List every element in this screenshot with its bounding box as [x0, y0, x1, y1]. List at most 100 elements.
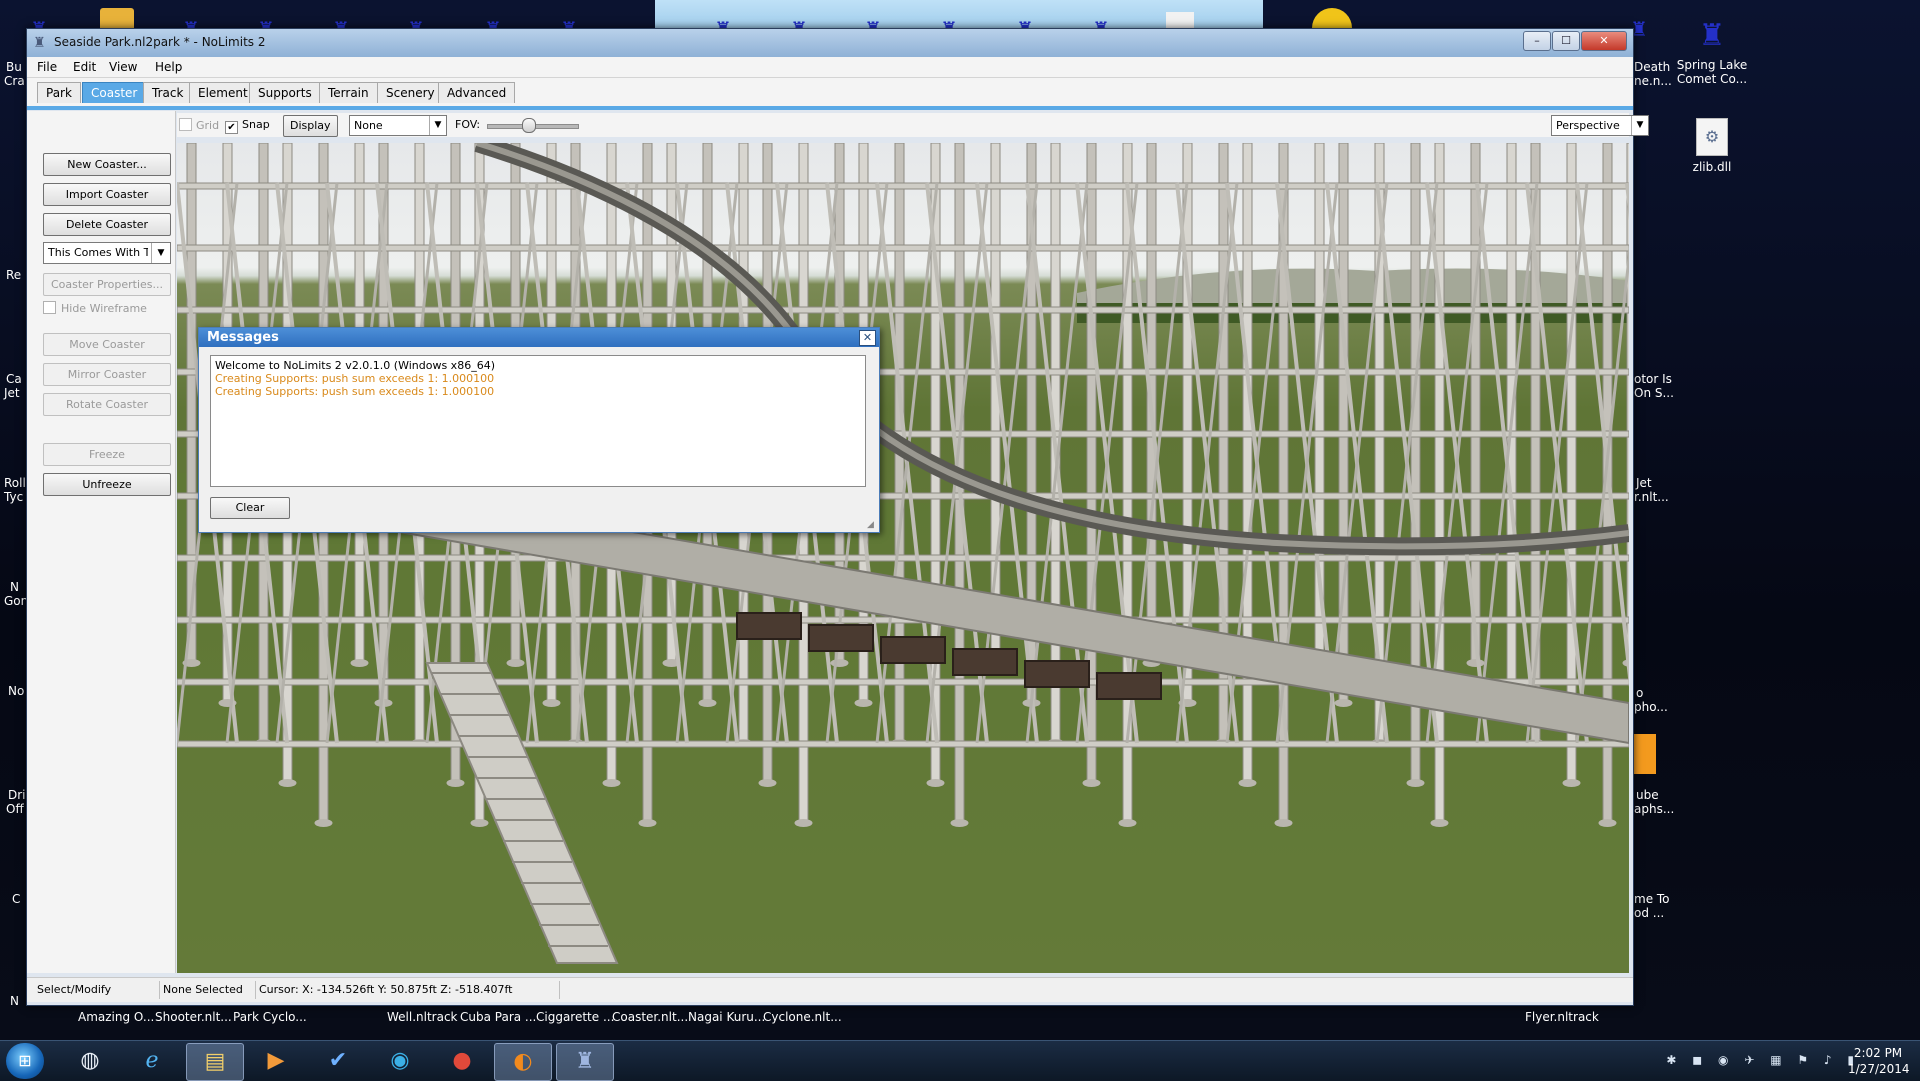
tab-element[interactable]: Element — [189, 82, 257, 103]
wooden-beam — [177, 306, 1629, 314]
rotate-coaster-button[interactable]: Rotate Coaster — [43, 393, 171, 416]
window-titlebar[interactable]: ♜ Seaside Park.nl2park * - NoLimits 2 – … — [27, 29, 1633, 57]
grid-label: Grid — [196, 119, 220, 132]
checkbox-box[interactable] — [179, 118, 192, 131]
desktop-icon-label[interactable]: Ciggarette ... — [536, 1010, 614, 1024]
firefox-icon[interactable]: ◐ — [494, 1043, 552, 1081]
chevron-down-icon[interactable]: ▼ — [151, 243, 170, 263]
desktop-icon-label[interactable]: Shooter.nlt... — [155, 1010, 232, 1024]
chevron-down-icon[interactable]: ▼ — [1631, 116, 1648, 135]
fov-slider-thumb[interactable] — [522, 118, 537, 133]
desktop-icon-label[interactable]: Amazing O... — [78, 1010, 154, 1024]
maximize-button[interactable]: ☐ — [1552, 31, 1580, 51]
3d-viewport[interactable] — [177, 143, 1629, 973]
desktop-icon-label[interactable]: Nagai Kuru... — [688, 1010, 765, 1024]
coaster-train-car — [1096, 672, 1162, 700]
hide-wireframe-label: Hide Wireframe — [61, 302, 147, 315]
messages-log[interactable]: Welcome to NoLimits 2 v2.0.1.0 (Windows … — [210, 355, 866, 487]
wooden-beam — [177, 244, 1629, 252]
checkbox-box[interactable] — [43, 301, 56, 314]
desktop-icon-spring-lake[interactable]: ♜ Spring Lake Comet Co... — [1666, 18, 1758, 86]
display-mode-select[interactable]: None ▼ — [349, 115, 447, 136]
fov-label: FOV: — [455, 118, 481, 131]
globe-app-icon[interactable]: ◉ — [372, 1043, 428, 1079]
desktop-icon-label[interactable]: Cuba Para ... — [460, 1010, 536, 1024]
menu-edit[interactable]: Edit — [73, 60, 96, 74]
coaster-properties-button[interactable]: Coaster Properties... — [43, 273, 171, 296]
system-tray[interactable]: ✱ ◼ ◉ ✈ ▦ ⚑ ♪ ▮ — [1666, 1053, 1860, 1067]
desktop-icon-label[interactable]: Flyer.nltrack — [1525, 1010, 1599, 1024]
status-mode: Select/Modify — [33, 981, 160, 999]
grid-checkbox[interactable]: Grid — [179, 118, 219, 132]
checkmark-icon[interactable]: ✔ — [225, 121, 238, 134]
desktop-partial-label: On S... — [1634, 386, 1674, 400]
desktop-icon-label[interactable]: Park Cyclo... — [233, 1010, 307, 1024]
tab-terrain[interactable]: Terrain — [319, 82, 378, 103]
media-player-icon[interactable]: ▶ — [248, 1043, 304, 1079]
new-coaster-button[interactable]: New Coaster... — [43, 153, 171, 176]
start-button[interactable]: ⊞ — [6, 1043, 44, 1079]
wooden-support-post — [1626, 143, 1629, 664]
close-window-button[interactable]: ✕ — [1581, 31, 1627, 51]
chevron-down-icon[interactable]: ▼ — [429, 116, 446, 135]
clear-messages-button[interactable]: Clear — [210, 497, 290, 519]
desktop-icon-label[interactable]: Cyclone.nlt... — [763, 1010, 842, 1024]
tab-coaster[interactable]: Coaster — [82, 82, 147, 103]
unfreeze-button[interactable]: Unfreeze — [43, 473, 171, 496]
desktop-partial-label: aphs... — [1634, 802, 1675, 816]
desktop-partial-label: Death — [1634, 60, 1671, 74]
display-button[interactable]: Display — [283, 115, 338, 137]
snap-checkbox[interactable]: ✔ Snap — [225, 118, 270, 134]
tab-advanced[interactable]: Advanced — [438, 82, 516, 103]
desktop-partial-label: N — [10, 994, 19, 1008]
coaster-select[interactable]: This Comes With T ▼ — [43, 242, 171, 264]
menu-help[interactable]: Help — [155, 60, 182, 74]
tab-supports[interactable]: Supports — [249, 82, 321, 103]
menu-file[interactable]: File — [37, 60, 57, 74]
desktop-icon-label[interactable]: Well.nltrack — [387, 1010, 458, 1024]
coaster-tools-panel: New Coaster... Import Coaster Delete Coa… — [27, 111, 176, 973]
messages-title: Messages — [207, 330, 279, 345]
coaster-train-car — [808, 624, 874, 652]
desktop-partial-label: od ... — [1634, 906, 1665, 920]
support-footing — [1274, 819, 1293, 827]
clock[interactable]: 2:02 PM 1/27/2014 — [1848, 1045, 1910, 1077]
tab-scenery[interactable]: Scenery — [377, 82, 444, 103]
file-explorer-icon[interactable]: ▤ — [186, 1043, 244, 1081]
checkmark-app-icon[interactable]: ✔ — [310, 1043, 366, 1079]
desktop-partial-label: C — [12, 892, 21, 906]
move-coaster-button[interactable]: Move Coaster — [43, 333, 171, 356]
menu-view[interactable]: View — [109, 60, 137, 74]
desktop-partial-label: otor Is — [1634, 372, 1672, 386]
tab-track[interactable]: Track — [143, 82, 193, 103]
wooden-support-post — [1566, 143, 1577, 784]
view-mode-select[interactable]: Perspective ▼ — [1551, 115, 1649, 136]
coaster-train-car — [880, 636, 946, 664]
tab-park[interactable]: Park — [37, 82, 81, 103]
minimize-button[interactable]: – — [1523, 31, 1551, 51]
hp-icon[interactable]: ◍ — [62, 1043, 118, 1079]
red-app-icon[interactable]: ● — [434, 1043, 490, 1079]
desktop-icon-label[interactable]: Coaster.nlt... — [612, 1010, 688, 1024]
close-icon[interactable]: ✕ — [859, 330, 876, 346]
freeze-button[interactable]: Freeze — [43, 443, 171, 466]
wooden-support-post — [1242, 143, 1253, 784]
resize-grip-icon[interactable]: ◢ — [867, 520, 877, 530]
nolimits-icon[interactable]: ♜ — [556, 1043, 614, 1081]
hide-wireframe-checkbox[interactable]: Hide Wireframe — [43, 301, 147, 315]
desktop-partial-label: Tyc — [4, 490, 24, 504]
desktop-partial-label: pho... — [1634, 700, 1668, 714]
import-coaster-button[interactable]: Import Coaster — [43, 183, 171, 206]
support-footing — [1406, 779, 1425, 787]
orange-file-icon[interactable] — [1634, 734, 1656, 774]
desktop-icon-zlib[interactable]: ⚙ zlib.dll — [1666, 118, 1758, 174]
desktop-partial-label: Gon — [4, 594, 29, 608]
internet-explorer-icon[interactable]: ℯ — [124, 1043, 180, 1079]
support-footing — [758, 779, 777, 787]
nolimits-app-icon: ♜ — [33, 35, 46, 51]
wooden-beam — [177, 554, 1629, 562]
mirror-coaster-button[interactable]: Mirror Coaster — [43, 363, 171, 386]
messages-titlebar[interactable]: Messages ✕ — [199, 328, 879, 347]
delete-coaster-button[interactable]: Delete Coaster — [43, 213, 171, 236]
dll-file-icon: ⚙ — [1696, 118, 1728, 156]
